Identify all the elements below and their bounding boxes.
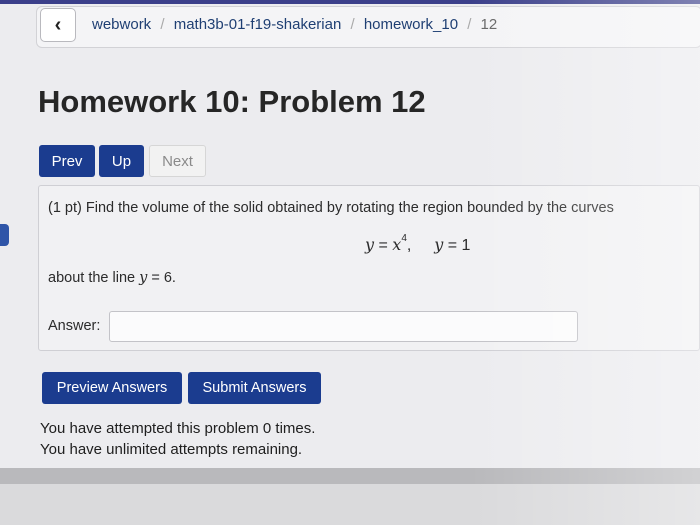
equation-var: y [365,235,375,254]
window-top-strip [0,0,700,4]
problem-equation: y = x4, y = 1 [365,233,471,254]
breadcrumb-webwork[interactable]: webwork [92,16,151,33]
preview-answers-button[interactable]: Preview Answers [42,372,182,404]
about-prefix: about the line [48,270,136,286]
breadcrumb-trail: webwork / math3b-01-f19-shakerian / home… [92,16,497,33]
prev-button[interactable]: Prev [39,145,95,177]
problem-statement: (1 pt) Find the volume of the solid obta… [48,200,614,216]
breadcrumb-course[interactable]: math3b-01-f19-shakerian [174,16,342,33]
side-marker [0,224,9,246]
attempts-used-text: You have attempted this problem 0 times. [40,420,316,437]
up-button[interactable]: Up [99,145,144,177]
equation-base: x [392,235,402,254]
rotation-axis-text: about the line y = 6. [48,270,176,286]
answer-label: Answer: [48,318,101,334]
about-var: y [139,270,148,286]
breadcrumb-separator: / [350,16,355,33]
breadcrumb-separator: / [160,16,165,33]
breadcrumb-homework[interactable]: homework_10 [364,16,458,33]
attempts-remaining-text: You have unlimited attempts remaining. [40,441,303,458]
answer-input[interactable] [109,311,578,342]
back-button[interactable]: ‹ [40,8,76,42]
submit-answers-button[interactable]: Submit Answers [188,372,321,404]
page-title: Homework 10: Problem 12 [38,84,426,119]
bottom-divider [0,468,700,484]
equation-var-2: y [434,235,444,254]
equation-value-2: 1 [461,237,471,254]
about-value: 6 [163,270,172,286]
page-footer [0,484,700,525]
chevron-left-icon: ‹ [54,13,62,36]
breadcrumb-problem: 12 [480,16,498,33]
next-button[interactable]: Next [149,145,206,177]
breadcrumb-separator: / [467,16,472,33]
